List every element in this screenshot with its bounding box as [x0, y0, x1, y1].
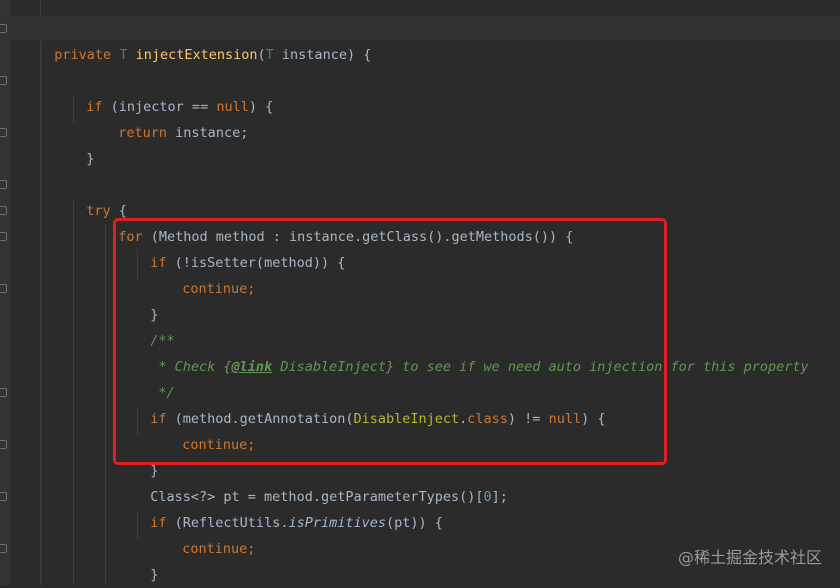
indent-guide [73, 198, 74, 585]
keyword: if [86, 99, 103, 115]
fold-marker-icon[interactable] [0, 544, 7, 553]
code-text: ; [247, 541, 256, 557]
fold-marker-icon[interactable] [0, 492, 7, 501]
code-line[interactable]: return instance; [102, 94, 248, 141]
fold-marker-icon[interactable] [0, 440, 7, 449]
type-param: T [265, 47, 274, 63]
keyword: continue [182, 541, 248, 557]
highlight-annotation-box [113, 218, 667, 465]
indent-guide [105, 224, 106, 585]
code-text: ( [257, 47, 266, 63]
fold-marker-icon[interactable] [0, 206, 7, 215]
static-method-name: isPrimitives [288, 515, 386, 531]
code-text: ) { [248, 99, 274, 115]
fold-marker-icon[interactable] [0, 128, 7, 137]
fold-marker-icon[interactable] [0, 232, 7, 241]
code-text: instance; [167, 125, 249, 141]
fold-marker-icon[interactable] [0, 76, 7, 85]
number-literal: 0 [483, 489, 492, 505]
code-text: } [86, 151, 95, 167]
code-text: } [150, 567, 159, 583]
code-line[interactable]: try { [70, 172, 127, 219]
code-line[interactable]: continue; [166, 510, 255, 557]
keyword: private [54, 47, 112, 63]
watermark: @稀土掘金技术社区 [677, 548, 822, 567]
code-line[interactable]: } [134, 536, 158, 583]
code-line-method-signature[interactable]: private T injectExtension(T instance) { [38, 16, 371, 63]
fold-marker-icon[interactable] [0, 180, 7, 189]
keyword: if [150, 515, 167, 531]
code-text: ]; [491, 489, 508, 505]
code-text: instance) { [273, 47, 372, 63]
code-line[interactable]: } [70, 120, 94, 167]
code-line[interactable]: if (injector == null) { [70, 68, 273, 115]
fold-marker-icon[interactable] [0, 284, 7, 293]
method-name: injectExtension [135, 47, 258, 63]
code-line[interactable]: if (ReflectUtils.isPrimitives(pt)) { [134, 484, 443, 531]
fold-marker-icon[interactable] [0, 388, 7, 397]
fold-marker-icon[interactable] [0, 24, 7, 33]
indent-guide [41, 42, 42, 585]
keyword: return [118, 125, 168, 141]
code-text: (pt)) { [386, 515, 443, 531]
type-param: T [119, 47, 128, 63]
